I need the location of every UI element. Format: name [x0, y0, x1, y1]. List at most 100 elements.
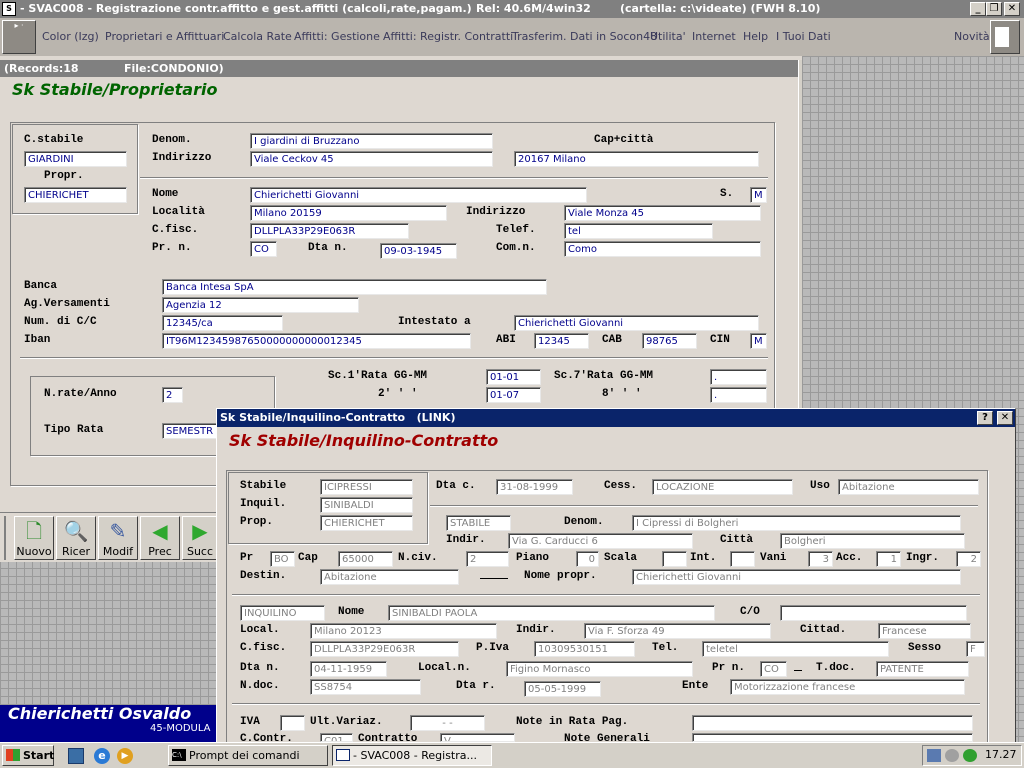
next-button[interactable]: ▶ Succ — [182, 516, 218, 560]
inquilino-code-field[interactable]: INQUILINO — [240, 605, 325, 621]
menu-item-tuoi-dati[interactable]: I Tuoi Dati — [776, 30, 831, 43]
citta-field[interactable]: Bolgheri — [780, 533, 965, 549]
iban-field[interactable]: IT96M12345987650000000000012345 — [162, 333, 471, 349]
propr-field[interactable]: CHIERICHET — [24, 187, 127, 203]
ccontr-field[interactable]: C01 — [320, 733, 353, 742]
nciv-field[interactable]: 2 — [466, 551, 509, 567]
nome2-field[interactable]: SINIBALDI PAOLA — [388, 605, 715, 621]
indirizzo2-field[interactable]: Viale Monza 45 — [564, 205, 761, 221]
comn-field[interactable]: Como — [564, 241, 761, 257]
edit-button[interactable]: ✎ Modif — [98, 516, 138, 560]
piano-field[interactable]: 0 — [576, 551, 599, 567]
noterata-field[interactable] — [692, 715, 973, 731]
tiporata-field[interactable]: SEMESTR — [162, 423, 222, 439]
prn2-field[interactable]: CO — [760, 661, 787, 677]
dialog-close-icon[interactable]: ✕ — [997, 411, 1013, 425]
main-title-bar[interactable]: S - SVAC008 - Registrazione contr.affitt… — [0, 0, 1024, 18]
banca-field[interactable]: Banca Intesa SpA — [162, 279, 547, 295]
telef-field[interactable]: tel — [564, 223, 713, 239]
start-button[interactable]: Start — [2, 745, 54, 766]
cittad-field[interactable]: Francese — [878, 623, 971, 639]
tdoc-field[interactable]: PATENTE — [876, 661, 969, 677]
quicklaunch-ie-icon[interactable]: e — [94, 748, 110, 764]
tray-shield-icon[interactable] — [963, 749, 977, 762]
capcitta-field[interactable]: 20167 Milano — [514, 151, 759, 167]
denom-field[interactable]: I giardini di Bruzzano — [250, 133, 493, 149]
co-field[interactable] — [780, 605, 967, 621]
ultvar-field[interactable]: - - — [410, 715, 485, 731]
int-field[interactable] — [730, 551, 755, 567]
acc-field[interactable]: 1 — [876, 551, 901, 567]
help-icon[interactable]: ? — [977, 411, 993, 425]
menu-item-affitti-gestione[interactable]: Affitti: Gestione — [294, 30, 380, 43]
close-icon[interactable]: ✕ — [1004, 2, 1020, 16]
dialog-title-bar[interactable]: Sk Stabile/Inquilino-Contratto (LINK) — [217, 409, 1015, 427]
abi-field[interactable]: 12345 — [534, 333, 589, 349]
new-button[interactable]: 🗋 Nuovo — [14, 516, 54, 560]
ndoc-field[interactable]: SS8754 — [310, 679, 421, 695]
iva-field[interactable] — [280, 715, 305, 731]
menu-item-affitti-registr[interactable]: Affitti: Registr. Contratti — [383, 30, 513, 43]
localn-field[interactable]: Figino Mornasco — [506, 661, 693, 677]
search-button[interactable]: 🔍 Ricer — [56, 516, 96, 560]
stabile-code-field[interactable]: STABILE — [446, 515, 511, 531]
menu-logo-icon[interactable]: ▸ · — [2, 20, 36, 54]
menu-item-trasferim[interactable]: Trasferim. Dati in Socon48 — [512, 30, 657, 43]
rata2-field[interactable]: 01-07 — [486, 387, 541, 403]
dtac-field[interactable]: 31-08-1999 — [496, 479, 573, 495]
cstabile-field[interactable]: GIARDINI — [24, 151, 127, 167]
localita-field[interactable]: Milano 20159 — [250, 205, 447, 221]
sc1-field[interactable]: 01-01 — [486, 369, 541, 385]
nome-field[interactable]: Chierichetti Giovanni — [250, 187, 587, 203]
menu-item-novita[interactable]: Novità — [954, 30, 990, 43]
notegen-field[interactable] — [692, 733, 973, 742]
stabile-field[interactable]: ICIPRESSI — [320, 479, 413, 495]
dtan-field[interactable]: 09-03-1945 — [380, 243, 457, 259]
indir2-field[interactable]: Via F. Sforza 49 — [584, 623, 771, 639]
menu-right-box[interactable] — [990, 20, 1020, 54]
denom2-field[interactable]: I Cipressi di Bolgheri — [632, 515, 961, 531]
uso-field[interactable]: Abitazione — [838, 479, 979, 495]
task-prompt[interactable]: C:\ Prompt dei comandi — [168, 745, 328, 766]
sc7-field[interactable]: . — [710, 369, 767, 385]
menu-item-calcola-rate[interactable]: Calcola Rate — [223, 30, 292, 43]
quicklaunch-media-icon[interactable]: ▶ — [117, 748, 133, 764]
indirizzo-field[interactable]: Viale Ceckov 45 — [250, 151, 493, 167]
sesso2-field[interactable]: F — [966, 641, 985, 657]
agvers-field[interactable]: Agenzia 12 — [162, 297, 359, 313]
menu-item-internet[interactable]: Internet — [692, 30, 736, 43]
scala-field[interactable] — [662, 551, 687, 567]
menu-item-utilita[interactable]: Utilita' — [650, 30, 686, 43]
pr-field[interactable]: BO — [270, 551, 295, 567]
nrate-field[interactable]: 2 — [162, 387, 183, 403]
vani-field[interactable]: 3 — [808, 551, 833, 567]
minimize-icon[interactable]: _ — [970, 2, 986, 16]
cap-field[interactable]: 65000 — [338, 551, 393, 567]
menu-item-proprietari[interactable]: Proprietari e Affittuari — [105, 30, 224, 43]
piva-field[interactable]: 10309530151 — [534, 641, 635, 657]
inquil-field[interactable]: SINIBALDI — [320, 497, 413, 513]
prn-field[interactable]: CO — [250, 241, 277, 257]
numcc-field[interactable]: 12345/ca — [162, 315, 283, 331]
tel-field[interactable]: teletel — [702, 641, 889, 657]
network-icon[interactable] — [927, 749, 941, 762]
prop-field[interactable]: CHIERICHET — [320, 515, 413, 531]
menu-item-help[interactable]: Help — [743, 30, 768, 43]
dtar-field[interactable]: 05-05-1999 — [524, 681, 601, 697]
cab-field[interactable]: 98765 — [642, 333, 697, 349]
dtan2-field[interactable]: 04-11-1959 — [310, 661, 387, 677]
contratto-field[interactable]: V — [440, 733, 515, 742]
cfisc-field[interactable]: DLLPLA33P29E063R — [250, 223, 409, 239]
intestato-field[interactable]: Chierichetti Giovanni — [514, 315, 759, 331]
ente-field[interactable]: Motorizzazione francese — [730, 679, 965, 695]
cfisc2-field[interactable]: DLLPLA33P29E063R — [310, 641, 459, 657]
sesso-field[interactable]: M — [750, 187, 767, 203]
cin-field[interactable]: M — [750, 333, 767, 349]
indir-field[interactable]: Via G. Carducci 6 — [508, 533, 693, 549]
destin-field[interactable]: Abitazione — [320, 569, 459, 585]
cess-field[interactable]: LOCAZIONE — [652, 479, 793, 495]
nomepropr-field[interactable]: Chierichetti Giovanni — [632, 569, 961, 585]
task-svac[interactable]: - SVAC008 - Registra... — [332, 745, 492, 766]
rata8-field[interactable]: . — [710, 387, 767, 403]
local-field[interactable]: Milano 20123 — [310, 623, 497, 639]
